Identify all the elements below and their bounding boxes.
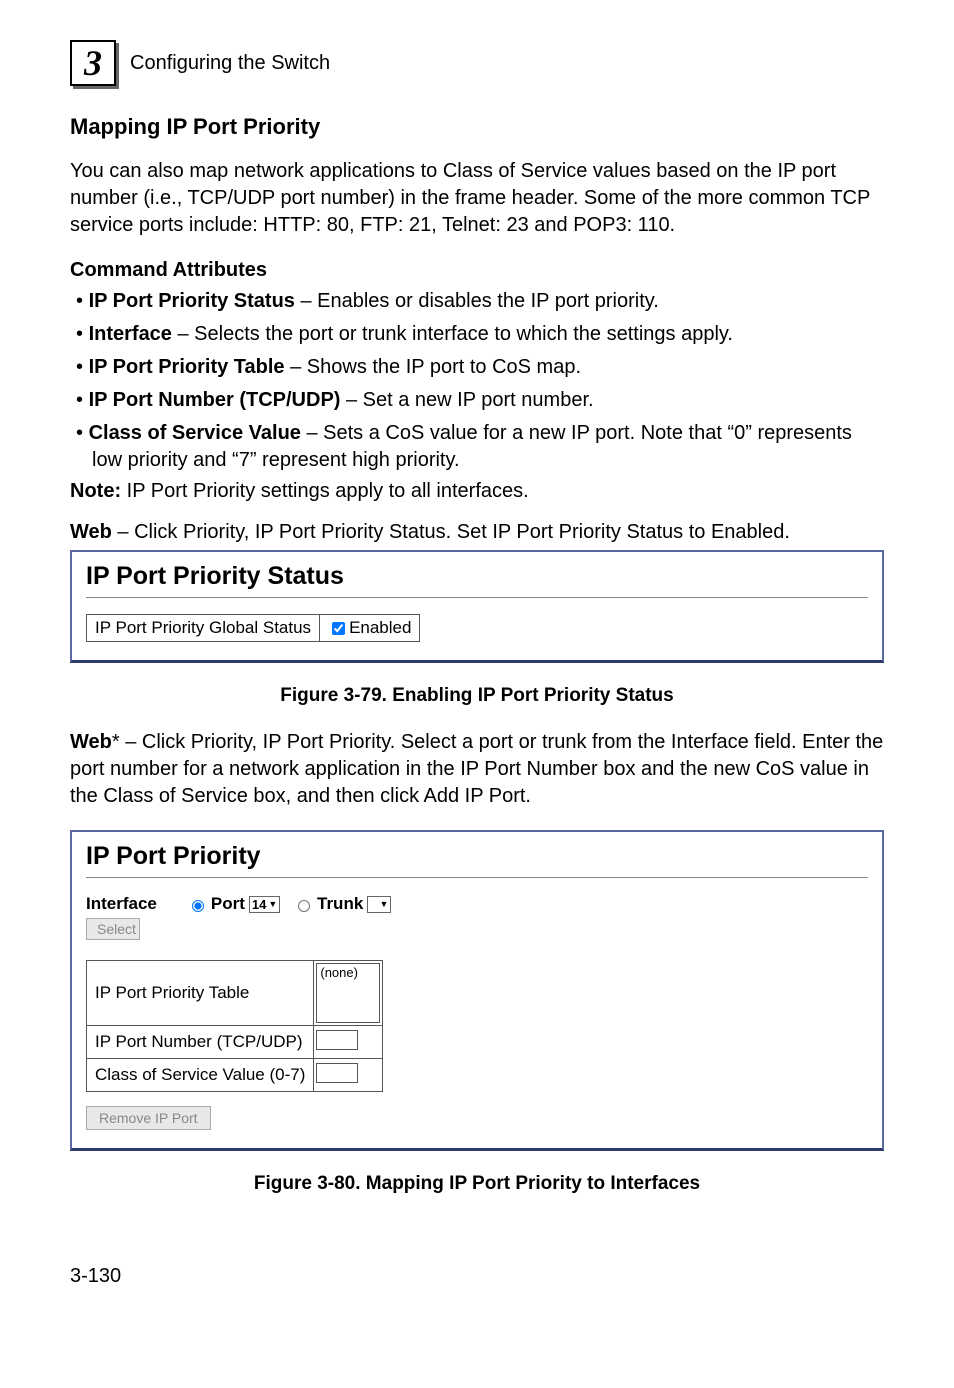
ip-port-number-cell: [314, 1026, 383, 1059]
enabled-checkbox[interactable]: [332, 622, 345, 635]
interface-row: Interface Select Port 14▼ Trunk ▼: [86, 894, 868, 940]
intro-paragraph: You can also map network applications to…: [70, 158, 884, 239]
attr-name: IP Port Number (TCP/UDP): [89, 389, 341, 411]
enabled-label: Enabled: [349, 618, 411, 637]
chevron-down-icon: ▼: [380, 899, 389, 909]
ip-port-number-label: IP Port Number (TCP/UDP): [87, 1026, 314, 1059]
section-title: Mapping IP Port Priority: [70, 114, 884, 140]
ip-port-priority-listbox[interactable]: (none): [316, 963, 380, 1023]
web-label: Web: [70, 731, 112, 753]
table-row: Class of Service Value (0-7): [87, 1059, 383, 1092]
attr-name: IP Port Priority Status: [89, 290, 295, 312]
panel-divider: [86, 877, 868, 878]
attr-ip-port-priority-table: IP Port Priority Table – Shows the IP po…: [76, 354, 884, 381]
attr-name: Interface: [89, 323, 172, 345]
attr-name: IP Port Priority Table: [89, 356, 285, 378]
attr-name: Class of Service Value: [89, 422, 301, 444]
status-table: IP Port Priority Global Status Enabled: [86, 614, 420, 642]
interface-label: Interface: [86, 894, 157, 914]
ip-port-priority-panel: IP Port Priority Interface Select Port 1…: [70, 830, 884, 1151]
port-select[interactable]: 14▼: [249, 896, 280, 913]
figure-80-caption: Figure 3-80. Mapping IP Port Priority to…: [70, 1173, 884, 1195]
cos-value-input[interactable]: [316, 1063, 358, 1083]
attr-desc: – Shows the IP port to CoS map.: [285, 356, 581, 378]
attributes-list: IP Port Priority Status – Enables or dis…: [70, 288, 884, 474]
status-row-label: IP Port Priority Global Status: [87, 615, 320, 642]
ip-port-priority-table-cell: (none): [314, 961, 383, 1026]
interface-radio-group: Port 14▼ Trunk ▼: [187, 894, 392, 914]
port-radio[interactable]: [192, 900, 204, 912]
panel-title: IP Port Priority: [86, 842, 868, 871]
web-instruction-2: Web* – Click Priority, IP Port Priority.…: [70, 729, 884, 810]
attr-desc: – Selects the port or trunk interface to…: [172, 323, 733, 345]
ip-port-number-input[interactable]: [316, 1030, 358, 1050]
web-instruction-1: Web – Click Priority, IP Port Priority S…: [70, 521, 884, 544]
select-button[interactable]: Select: [86, 918, 140, 940]
cos-value-cell: [314, 1059, 383, 1092]
header-title: Configuring the Switch: [130, 52, 330, 75]
status-row-value-cell: Enabled: [320, 615, 420, 642]
port-select-value: 14: [252, 897, 266, 912]
note-label: Note:: [70, 480, 121, 502]
attr-desc: – Set a new IP port number.: [340, 389, 593, 411]
cos-value-label: Class of Service Value (0-7): [87, 1059, 314, 1092]
ip-port-priority-status-panel: IP Port Priority Status IP Port Priority…: [70, 550, 884, 663]
page-number: 3-130: [70, 1265, 884, 1288]
attr-class-of-service: Class of Service Value – Sets a CoS valu…: [76, 420, 884, 474]
web-text: – Click Priority, IP Port Priority Statu…: [112, 521, 790, 543]
port-priority-table: IP Port Priority Table (none) IP Port Nu…: [86, 960, 383, 1092]
panel-divider: [86, 597, 868, 598]
page-header: 3 Configuring the Switch: [70, 40, 884, 86]
command-attributes-heading: Command Attributes: [70, 259, 884, 282]
port-radio-label: Port: [211, 894, 245, 914]
note-text: IP Port Priority settings apply to all i…: [121, 480, 529, 502]
trunk-radio[interactable]: [298, 900, 310, 912]
remove-ip-port-button[interactable]: Remove IP Port: [86, 1106, 211, 1130]
web-star: *: [112, 731, 120, 753]
chapter-number-icon: 3: [70, 40, 116, 86]
figure-79-caption: Figure 3-79. Enabling IP Port Priority S…: [70, 685, 884, 707]
attr-ip-port-number: IP Port Number (TCP/UDP) – Set a new IP …: [76, 387, 884, 414]
note-line: Note: IP Port Priority settings apply to…: [70, 480, 884, 503]
panel-title: IP Port Priority Status: [86, 562, 868, 591]
attr-interface: Interface – Selects the port or trunk in…: [76, 321, 884, 348]
attr-ip-port-priority-status: IP Port Priority Status – Enables or dis…: [76, 288, 884, 315]
chevron-down-icon: ▼: [268, 899, 277, 909]
ip-port-priority-table-label: IP Port Priority Table: [87, 961, 314, 1026]
trunk-select[interactable]: ▼: [367, 896, 391, 913]
trunk-radio-label: Trunk: [317, 894, 363, 914]
attr-desc: – Enables or disables the IP port priori…: [295, 290, 659, 312]
web-text: – Click Priority, IP Port Priority. Sele…: [70, 731, 883, 807]
web-label: Web: [70, 521, 112, 543]
table-row: IP Port Number (TCP/UDP): [87, 1026, 383, 1059]
table-row: IP Port Priority Table (none): [87, 961, 383, 1026]
